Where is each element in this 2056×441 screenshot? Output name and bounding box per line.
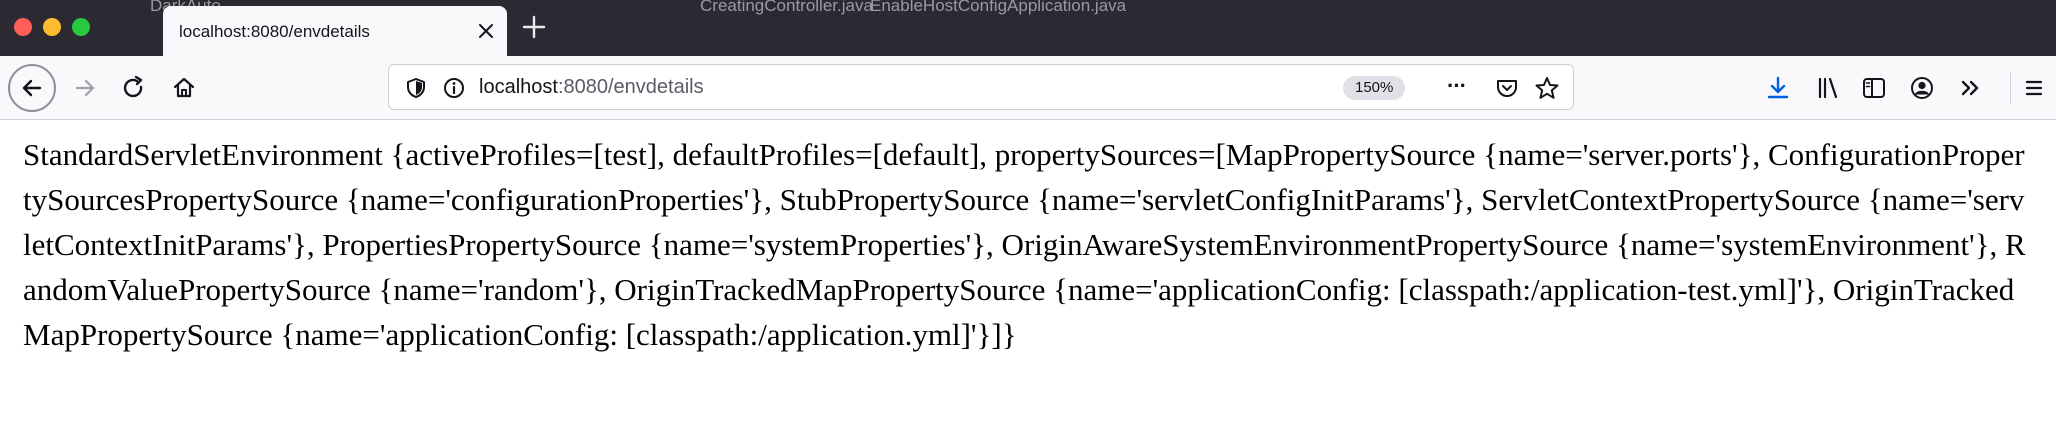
zoom-level-badge[interactable]: 150% <box>1343 76 1406 100</box>
title-bar: DarkAuto CreatingController.java EnableH… <box>0 0 2056 56</box>
url-text[interactable]: localhost:8080/envdetails <box>479 76 704 99</box>
sidebar-button[interactable] <box>1858 72 1890 104</box>
account-button[interactable] <box>1906 72 1938 104</box>
home-button[interactable] <box>168 72 200 104</box>
download-icon <box>1767 76 1789 99</box>
back-button[interactable] <box>8 64 56 112</box>
new-tab-button[interactable] <box>520 13 548 41</box>
hamburger-menu-icon <box>2025 80 2043 96</box>
url-host: localhost <box>479 76 558 98</box>
account-icon <box>1911 77 1933 99</box>
home-icon <box>173 77 195 98</box>
app-menu-button[interactable] <box>2018 72 2050 104</box>
star-icon <box>1535 77 1559 99</box>
toolbar-separator <box>2010 72 2011 104</box>
background-tab-text: CreatingController.java <box>700 0 873 15</box>
maximize-window-button[interactable] <box>72 18 90 36</box>
sidebar-icon <box>1863 78 1885 98</box>
tab-envdetails[interactable]: localhost:8080/envdetails <box>163 6 507 56</box>
forward-button[interactable] <box>70 72 102 104</box>
navigation-toolbar: localhost:8080/envdetails 150% ··· <box>0 56 2056 120</box>
save-to-pocket-button[interactable] <box>1493 74 1521 102</box>
close-icon <box>479 24 493 38</box>
library-button[interactable] <box>1812 72 1844 104</box>
tab-close-button[interactable] <box>472 17 500 45</box>
library-icon <box>1818 77 1838 99</box>
chevron-double-right-icon <box>1961 80 1979 96</box>
url-bar[interactable]: localhost:8080/envdetails 150% ··· <box>388 64 1574 110</box>
overflow-menu-button[interactable] <box>1954 72 1986 104</box>
page-actions-button[interactable]: ··· <box>1447 73 1467 99</box>
plus-icon <box>522 15 546 39</box>
reload-button[interactable] <box>118 72 150 104</box>
reload-icon <box>123 75 143 98</box>
tab-title: localhost:8080/envdetails <box>179 22 370 41</box>
page-body-text: StandardServletEnvironment {activeProfil… <box>23 137 2026 352</box>
close-window-button[interactable] <box>14 18 32 36</box>
pocket-icon <box>1497 80 1517 97</box>
info-icon <box>444 78 464 98</box>
shield-icon <box>407 78 425 98</box>
back-arrow-icon <box>22 79 42 97</box>
downloads-button[interactable] <box>1762 72 1794 104</box>
bookmark-star-button[interactable] <box>1533 74 1561 102</box>
tracking-protection-button[interactable] <box>403 75 429 101</box>
site-info-button[interactable] <box>441 75 467 101</box>
background-tab-text: EnableHostConfigApplication.java <box>870 0 1127 15</box>
url-path: :8080/envdetails <box>557 76 704 98</box>
minimize-window-button[interactable] <box>43 18 61 36</box>
forward-arrow-icon <box>75 79 95 97</box>
